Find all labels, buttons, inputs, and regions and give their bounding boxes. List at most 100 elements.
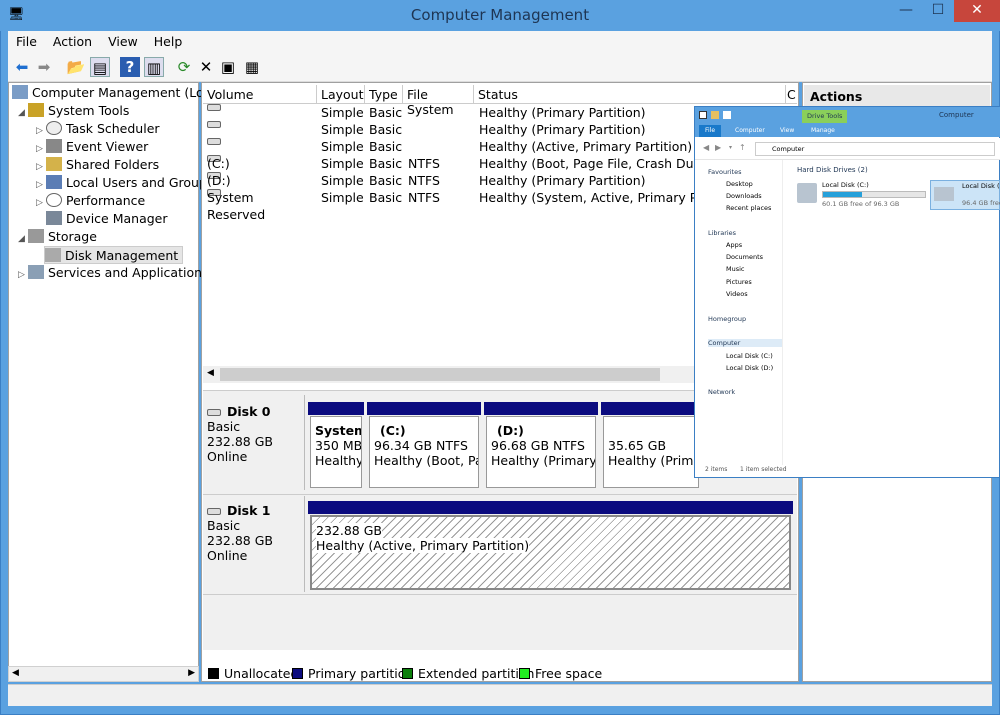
tree-item-shared-folders[interactable]: ▷ Shared Folders bbox=[36, 156, 159, 174]
tree-item-performance[interactable]: ▷ Performance bbox=[36, 192, 145, 210]
up-folder-icon[interactable]: 📂 bbox=[66, 57, 86, 77]
tree-label: System Tools bbox=[48, 103, 130, 118]
scroll-left-icon[interactable]: ◀ bbox=[12, 668, 19, 678]
back-icon[interactable]: ◀ bbox=[703, 143, 709, 152]
nav-recent[interactable]: Recent places bbox=[726, 204, 771, 212]
partition-status: Healthy (Primary Pa bbox=[491, 453, 596, 468]
back-icon[interactable]: ⬅ bbox=[12, 57, 32, 77]
export-list-icon[interactable]: ▦ bbox=[242, 57, 262, 77]
partition-disk1[interactable]: 232.88 GB Healthy (Active, Primary Parti… bbox=[310, 515, 791, 590]
nav-homegroup[interactable]: Homegroup bbox=[708, 315, 746, 323]
explorer-address-input[interactable]: Computer bbox=[755, 142, 995, 156]
column-type[interactable]: Type bbox=[365, 85, 403, 104]
refresh-icon[interactable]: ⟳ bbox=[174, 57, 194, 77]
partition-status: Healthy bbox=[315, 453, 362, 468]
nav-music[interactable]: Music bbox=[726, 265, 745, 273]
menu-action[interactable]: Action bbox=[45, 31, 100, 52]
tree-item-disk-management[interactable]: Disk Management bbox=[44, 246, 184, 264]
tree-item-event-viewer[interactable]: ▷ Event Viewer bbox=[36, 138, 148, 156]
explorer-tab-view[interactable]: View bbox=[774, 125, 800, 137]
partition-c[interactable]: (C:) 96.34 GB NTFS Healthy (Boot, Page bbox=[369, 416, 479, 488]
column-layout[interactable]: Layout bbox=[317, 85, 365, 104]
menu-view[interactable]: View bbox=[100, 31, 146, 52]
nav-local-d[interactable]: Local Disk (D:) bbox=[726, 364, 773, 372]
nav-computer[interactable]: Computer bbox=[708, 339, 782, 347]
scrollbar-thumb[interactable] bbox=[220, 368, 660, 381]
nav-network[interactable]: Network bbox=[708, 388, 735, 396]
properties-icon[interactable] bbox=[711, 111, 719, 119]
column-file-system[interactable]: File System bbox=[403, 85, 474, 117]
explorer-tab-manage[interactable]: Manage bbox=[805, 125, 841, 137]
forward-icon[interactable]: ➡ bbox=[34, 57, 54, 77]
collapsed-arrow-icon[interactable]: ▷ bbox=[18, 266, 28, 284]
partition-d[interactable]: (D:) 96.68 GB NTFS Healthy (Primary Pa bbox=[486, 416, 596, 488]
disk-size: 232.88 GB bbox=[207, 434, 273, 449]
column-status[interactable]: Status bbox=[474, 85, 786, 104]
close-button[interactable]: ✕ bbox=[954, 0, 1000, 22]
explorer-tab-file[interactable]: File bbox=[699, 125, 722, 137]
disk-state: Online bbox=[207, 449, 248, 464]
tree-item-task-scheduler[interactable]: ▷ Task Scheduler bbox=[36, 120, 160, 138]
history-dropdown-icon[interactable]: ▾ bbox=[729, 144, 732, 151]
help-icon[interactable]: ? bbox=[120, 57, 140, 77]
disk0-label: Disk 0 Basic 232.88 GB Online bbox=[207, 404, 305, 464]
forward-icon[interactable]: ▶ bbox=[715, 143, 721, 152]
nav-desktop[interactable]: Desktop bbox=[726, 180, 753, 188]
disk-size: 232.88 GB bbox=[207, 533, 273, 548]
show-action-pane-icon[interactable]: ▥ bbox=[144, 57, 164, 77]
nav-favourites[interactable]: Favourites bbox=[708, 168, 741, 176]
maximize-button[interactable]: ☐ bbox=[922, 0, 954, 22]
column-volume[interactable]: Volume bbox=[203, 85, 317, 104]
column-capacity[interactable]: C bbox=[786, 85, 797, 104]
nav-libraries[interactable]: Libraries bbox=[708, 229, 736, 237]
menu-file[interactable]: File bbox=[8, 31, 45, 52]
volume-icon bbox=[207, 138, 221, 145]
delete-icon[interactable]: ✕ bbox=[196, 57, 216, 77]
legend-label: Extended partition bbox=[418, 666, 535, 681]
nav-pictures[interactable]: Pictures bbox=[726, 278, 752, 286]
expanded-arrow-icon[interactable]: ◢ bbox=[18, 230, 28, 248]
tree-item-system-tools[interactable]: ◢ System Tools bbox=[18, 102, 129, 120]
partition-unnamed[interactable]: 35.65 GB Healthy (Primary bbox=[603, 416, 699, 488]
explorer-app-icon bbox=[699, 111, 707, 119]
drive-d-tile[interactable]: Local Disk (D 96.4 GB free bbox=[930, 180, 1000, 210]
tree-item-services[interactable]: ▷ Services and Applications bbox=[18, 264, 209, 282]
explorer-tab-computer[interactable]: Computer bbox=[729, 125, 771, 137]
menu-help[interactable]: Help bbox=[146, 31, 191, 52]
drive-d-icon bbox=[934, 187, 954, 201]
tree-item-local-users[interactable]: ▷ Local Users and Groups bbox=[36, 174, 213, 192]
expanded-arrow-icon[interactable]: ◢ bbox=[18, 104, 28, 122]
tree-root[interactable]: Computer Management (Local bbox=[12, 84, 222, 102]
properties-icon[interactable]: ▣ bbox=[218, 57, 238, 77]
nav-apps[interactable]: Apps bbox=[726, 241, 742, 249]
clock-icon bbox=[46, 121, 62, 135]
up-icon[interactable]: ↑ bbox=[739, 143, 746, 152]
legend-free-space: Free space bbox=[519, 666, 602, 681]
minimize-button[interactable]: — bbox=[890, 0, 922, 22]
collapsed-arrow-icon[interactable]: ▷ bbox=[36, 194, 46, 212]
scroll-right-icon[interactable]: ▶ bbox=[188, 668, 195, 678]
nav-downloads[interactable]: Downloads bbox=[726, 192, 762, 200]
pane-divider bbox=[203, 594, 797, 595]
show-hide-tree-icon[interactable]: ▤ bbox=[90, 57, 110, 77]
cell-fs: NTFS bbox=[408, 156, 440, 171]
tree-item-storage[interactable]: ◢ Storage bbox=[18, 228, 97, 246]
nav-documents[interactable]: Documents bbox=[726, 253, 763, 261]
explorer-title: Computer bbox=[939, 111, 974, 119]
nav-local-c[interactable]: Local Disk (C:) bbox=[726, 352, 773, 360]
tree-label: Performance bbox=[66, 193, 146, 208]
partition-status: Healthy (Primary bbox=[608, 453, 698, 468]
nav-videos[interactable]: Videos bbox=[726, 290, 748, 298]
disk-name: Disk 1 bbox=[227, 503, 271, 518]
tree-item-device-manager[interactable]: Device Manager bbox=[46, 210, 168, 228]
partition-size: 35.65 GB bbox=[608, 438, 667, 453]
tree-horizontal-scrollbar[interactable]: ◀ ▶ bbox=[8, 666, 199, 682]
title-bar[interactable]: 🖥 Computer Management — ☐ ✕ bbox=[0, 0, 1000, 31]
partition-title: System bbox=[315, 423, 362, 438]
new-folder-icon[interactable] bbox=[723, 111, 731, 119]
drive-c-name[interactable]: Local Disk (C:) bbox=[822, 181, 869, 189]
scroll-left-icon[interactable]: ◀ bbox=[207, 368, 214, 378]
partition-bar bbox=[308, 501, 793, 514]
partition-system[interactable]: System 350 MB Healthy bbox=[310, 416, 362, 488]
explorer-title-bar[interactable]: Drive Tools Computer bbox=[695, 107, 1000, 125]
